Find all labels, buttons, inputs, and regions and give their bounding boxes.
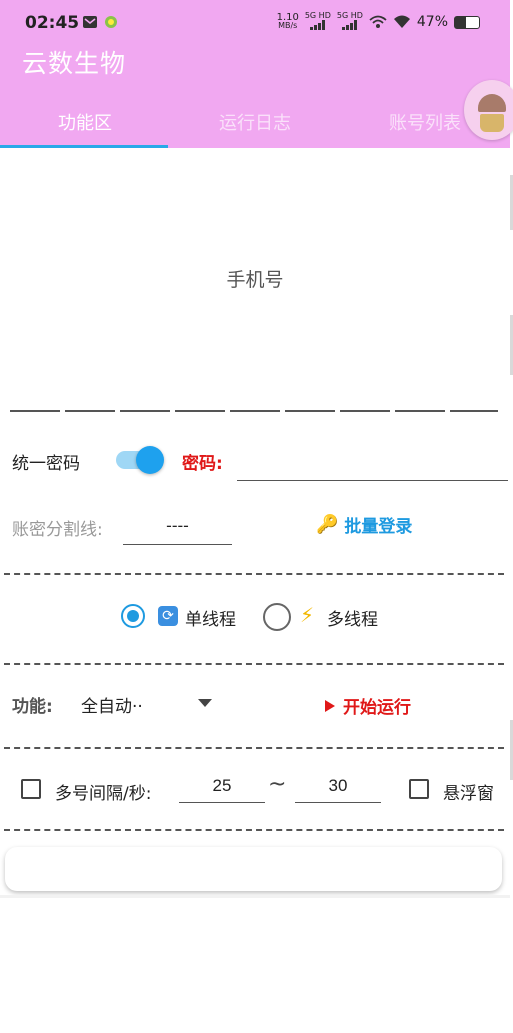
content-bottom-edge bbox=[0, 895, 510, 898]
multi-thread-label[interactable]: 多线程 bbox=[327, 605, 378, 630]
wifi-icon bbox=[393, 15, 410, 28]
play-icon bbox=[325, 699, 335, 712]
signal-icon bbox=[309, 20, 325, 30]
key-icon: 🔑 bbox=[316, 514, 339, 535]
status-bar: 02:45 1.10 MB/s 5G HD 5G HD 47% bbox=[0, 0, 510, 46]
lightning-icon: ⚡ bbox=[300, 603, 315, 627]
interval-checkbox[interactable] bbox=[21, 779, 41, 799]
app-notification-icon bbox=[104, 14, 118, 33]
single-thread-label[interactable]: 单线程 bbox=[185, 605, 236, 630]
tab-functions[interactable]: 功能区 bbox=[0, 94, 170, 148]
password-input[interactable] bbox=[237, 448, 508, 481]
batch-login-button[interactable]: 🔑 批量登录 bbox=[316, 512, 412, 537]
android-head-icon bbox=[478, 94, 506, 112]
battery-percent: 47% bbox=[416, 14, 448, 30]
tab-indicator bbox=[0, 145, 168, 148]
batch-login-label: 批量登录 bbox=[344, 517, 413, 537]
start-button-label: 开始运行 bbox=[343, 698, 411, 718]
dashed-divider bbox=[4, 747, 504, 749]
separator-input[interactable] bbox=[123, 508, 232, 545]
dashed-divider bbox=[4, 573, 504, 575]
float-window-checkbox[interactable] bbox=[409, 779, 429, 799]
sim2-signal: 5G HD bbox=[337, 12, 363, 32]
interval-min-input[interactable] bbox=[179, 770, 265, 803]
mail-notification-icon bbox=[82, 14, 98, 34]
interval-label: 多号间隔/秒: bbox=[55, 784, 152, 804]
app-title: 云数生物 bbox=[22, 49, 127, 78]
sim1-label: 5G HD bbox=[304, 11, 331, 20]
dashed-divider bbox=[4, 663, 504, 665]
unify-password-label: 统一密码 bbox=[12, 454, 80, 474]
function-label: 功能: bbox=[12, 697, 53, 717]
single-thread-radio[interactable] bbox=[121, 604, 145, 628]
battery-icon bbox=[454, 15, 480, 29]
multi-thread-radio[interactable] bbox=[263, 603, 291, 631]
sim1-signal: 5G HD bbox=[305, 12, 331, 32]
floating-android-avatar[interactable] bbox=[464, 80, 513, 140]
dropdown-arrow-icon[interactable] bbox=[198, 699, 212, 707]
network-speed-unit: MB/s bbox=[278, 21, 298, 30]
signal-icon bbox=[341, 20, 357, 30]
android-body-icon bbox=[480, 114, 504, 132]
unify-password-switch[interactable] bbox=[116, 446, 166, 474]
range-tilde: ~ bbox=[268, 772, 287, 797]
network-speed: 1.10 MB/s bbox=[277, 13, 299, 30]
dashed-divider bbox=[4, 829, 504, 831]
refresh-icon: ⟳ bbox=[158, 606, 178, 626]
tab-run-log[interactable]: 运行日志 bbox=[170, 94, 340, 148]
start-button[interactable]: 开始运行 bbox=[325, 693, 411, 718]
bottom-panel[interactable] bbox=[5, 847, 502, 891]
switch-knob bbox=[136, 446, 164, 474]
hotspot-icon bbox=[369, 15, 387, 28]
sim2-label: 5G HD bbox=[336, 11, 363, 20]
function-select-value[interactable]: 全自动·· bbox=[81, 692, 143, 717]
password-label: 密码: bbox=[182, 454, 223, 474]
tab-bar: 功能区 运行日志 账号列表 bbox=[0, 94, 510, 148]
phone-input[interactable]: 手机号 bbox=[0, 265, 510, 292]
float-window-label: 悬浮窗 bbox=[443, 784, 494, 804]
status-time: 02:45 bbox=[25, 13, 80, 33]
phone-input-underline bbox=[10, 410, 498, 412]
separator-label: 账密分割线: bbox=[12, 520, 103, 540]
interval-max-input[interactable] bbox=[295, 770, 381, 803]
